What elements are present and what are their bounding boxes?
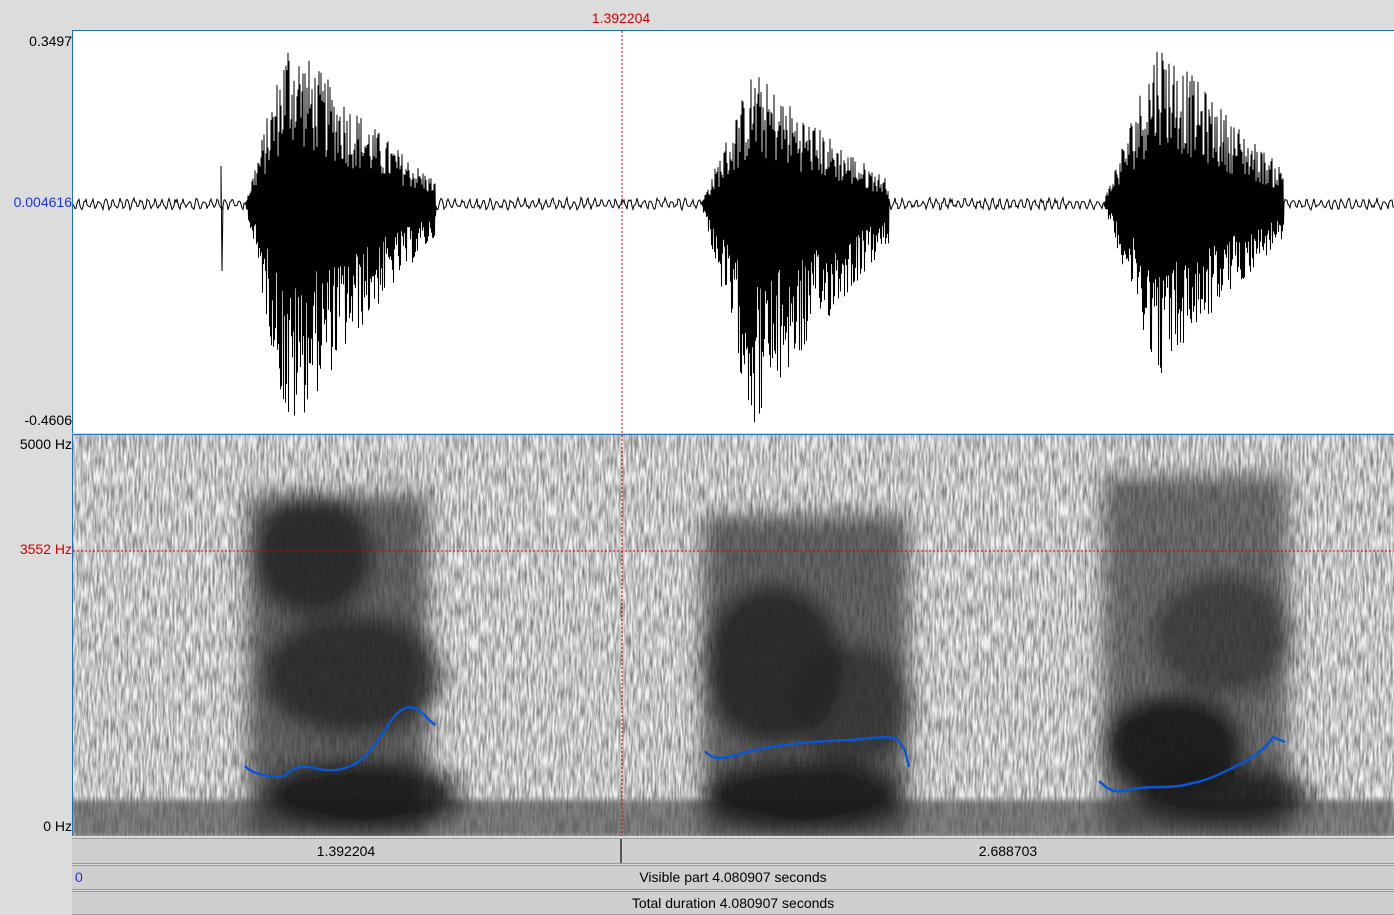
spectrogram-syllable-3 <box>1103 475 1313 835</box>
spectrogram-top-freq-label: 5000 Hz <box>19 436 72 452</box>
spectrogram-cursor-freq-label: 3552 Hz <box>19 541 72 557</box>
waveform-panel[interactable] <box>72 30 1394 433</box>
waveform-min-label: -0.4606 <box>24 412 72 428</box>
waveform-trace <box>73 51 1394 423</box>
left-axis-gutter <box>0 30 72 836</box>
spectrogram-svg <box>73 435 1394 836</box>
spectrogram-syllable-2 <box>703 515 913 835</box>
cursor-time-label: 1.392204 <box>591 10 651 26</box>
spectrogram-panel[interactable] <box>72 434 1394 836</box>
total-duration-bar[interactable]: Total duration 4.080907 seconds <box>72 891 1394 915</box>
visible-part-label: Visible part 4.080907 seconds <box>639 869 827 885</box>
time-segment-left[interactable]: 1.392204 <box>72 839 622 863</box>
time-selection-bar: 1.392204 2.688703 <box>72 838 1394 864</box>
spectrogram-bottom-freq-label: 0 Hz <box>43 818 72 834</box>
visible-part-bar[interactable]: 0 Visible part 4.080907 seconds <box>72 865 1394 890</box>
waveform-mid-label: 0.004616 <box>13 194 72 210</box>
waveform-max-label: 0.3497 <box>29 33 72 49</box>
total-duration-label: Total duration 4.080907 seconds <box>631 895 835 911</box>
top-strip: 1.392204 <box>0 0 1394 30</box>
waveform-svg <box>73 31 1394 433</box>
time-segment-right[interactable]: 2.688703 <box>622 839 1394 863</box>
